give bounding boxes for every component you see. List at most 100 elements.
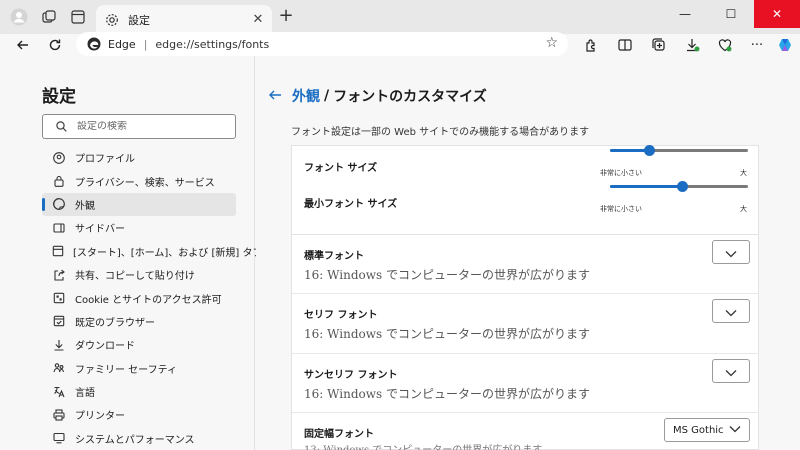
sidebar-item-label: 共有、コピーして貼り付け bbox=[75, 271, 195, 283]
tab-settings[interactable]: 設定 ✕ bbox=[96, 5, 272, 34]
slider-max-label: 大 bbox=[740, 205, 747, 213]
search-icon bbox=[55, 121, 67, 133]
sidebar-item-sidebar[interactable]: サイドバー bbox=[42, 216, 236, 239]
breadcrumb-separator: / bbox=[324, 88, 330, 104]
chevron-down-icon bbox=[725, 302, 737, 321]
home-icon bbox=[52, 244, 64, 258]
slider-thumb[interactable] bbox=[677, 181, 688, 192]
family-icon bbox=[52, 361, 66, 375]
tab-title: 設定 bbox=[128, 13, 150, 27]
refresh-icon[interactable] bbox=[44, 34, 66, 56]
new-tab-button[interactable]: + bbox=[276, 7, 296, 27]
sans-serif-font-dropdown[interactable] bbox=[712, 359, 750, 383]
sidebar-item-label: ダウンロード bbox=[75, 341, 135, 353]
browser-essentials-icon[interactable] bbox=[714, 34, 736, 56]
url-text[interactable]: edge://settings/fonts bbox=[155, 38, 269, 51]
sidebar-item-label: [スタート]、[ホーム]、および [新規] タブ bbox=[73, 247, 263, 259]
sidebar-item-label: 外観 bbox=[75, 200, 95, 212]
serif-font-dropdown[interactable] bbox=[712, 299, 750, 323]
sidebar-item-label: サイドバー bbox=[75, 224, 125, 236]
tab-close-icon[interactable]: ✕ bbox=[249, 11, 267, 29]
font-settings-note: フォント設定は一部の Web サイトでのみ機能する場合があります bbox=[291, 127, 590, 138]
slider-max-label: 大 bbox=[740, 169, 747, 177]
browser-icon bbox=[52, 314, 66, 328]
serif-font-sample: 16: Windows でコンピューターの世界が広がります bbox=[304, 327, 590, 341]
settings-search-input[interactable] bbox=[77, 121, 227, 132]
divider bbox=[292, 412, 758, 413]
address-bar[interactable]: Edge | edge://settings/fonts ☆ bbox=[76, 32, 568, 56]
sidebar-item-label: 既定のブラウザー bbox=[75, 317, 155, 329]
system-icon bbox=[52, 431, 66, 445]
sidebar-item-printers[interactable]: プリンター bbox=[42, 403, 236, 426]
font-size-label: フォント サイズ bbox=[304, 163, 378, 174]
divider bbox=[292, 353, 758, 354]
sidebar-item-share-copy-paste[interactable]: 共有、コピーして貼り付け bbox=[42, 263, 236, 286]
profile-icon bbox=[52, 151, 66, 165]
title-bar: 設定 ✕ + — ☐ ✕ bbox=[0, 0, 800, 34]
settings-search-box[interactable] bbox=[42, 114, 236, 139]
appearance-icon bbox=[52, 197, 66, 211]
sans-serif-font-label: サンセリフ フォント bbox=[304, 370, 398, 381]
sidebar-item-languages[interactable]: 言語 bbox=[42, 380, 236, 403]
gear-icon bbox=[104, 12, 120, 28]
serif-font-label: セリフ フォント bbox=[304, 310, 378, 321]
sidebar-item-label: プロファイル bbox=[75, 154, 135, 166]
slider-fill bbox=[610, 185, 682, 188]
sidebar-item-start-home-newtab[interactable]: [スタート]、[ホーム]、および [新規] タブ bbox=[42, 240, 262, 263]
collections-icon[interactable] bbox=[648, 34, 670, 56]
profile-avatar-icon[interactable] bbox=[9, 7, 29, 27]
maximize-button[interactable]: ☐ bbox=[708, 0, 754, 28]
chevron-down-icon bbox=[729, 425, 741, 436]
standard-font-dropdown[interactable] bbox=[712, 240, 750, 264]
edge-label: Edge bbox=[108, 37, 136, 51]
font-size-slider[interactable] bbox=[610, 145, 748, 156]
settings-sidebar: 設定 プロファイル プライバシー、検索、サービス 外観 サイドバー [スタート]… bbox=[0, 56, 262, 450]
sidebar-item-cookies[interactable]: Cookie とサイトのアクセス許可 bbox=[42, 286, 236, 309]
workspaces-icon[interactable] bbox=[39, 7, 59, 27]
back-arrow-icon[interactable] bbox=[12, 34, 34, 56]
breadcrumb: 外観 / フォントのカスタマイズ bbox=[268, 86, 487, 106]
tab-actions-icon[interactable] bbox=[68, 7, 88, 27]
close-window-button[interactable]: ✕ bbox=[754, 0, 800, 28]
standard-font-label: 標準フォント bbox=[304, 251, 364, 262]
min-font-size-slider[interactable] bbox=[610, 181, 748, 192]
minimize-button[interactable]: — bbox=[662, 0, 708, 28]
chevron-down-icon bbox=[725, 243, 737, 262]
sidebar-title: 設定 bbox=[42, 87, 76, 107]
slider-thumb[interactable] bbox=[644, 145, 655, 156]
dropdown-selected-value: MS Gothic bbox=[673, 424, 724, 436]
divider bbox=[292, 293, 758, 294]
breadcrumb-parent-link[interactable]: 外観 bbox=[292, 86, 320, 106]
sidebar-item-appearance[interactable]: 外観 bbox=[42, 192, 236, 217]
font-size-card: フォント サイズ 非常に小さい 大 最小フォント サイズ 非常に小さい 大 bbox=[291, 145, 759, 235]
sidebar-item-system-performance[interactable]: システムとパフォーマンス bbox=[42, 427, 236, 450]
fixed-width-font-dropdown[interactable]: MS Gothic bbox=[664, 418, 750, 442]
language-icon bbox=[52, 385, 66, 399]
navigation-bar: Edge | edge://settings/fonts ☆ ··· bbox=[0, 32, 800, 56]
sidebar-item-label: Cookie とサイトのアクセス許可 bbox=[75, 294, 222, 306]
extensions-icon[interactable] bbox=[580, 34, 602, 56]
copilot-icon[interactable] bbox=[774, 34, 796, 56]
sidebar-item-family-safety[interactable]: ファミリー セーフティ bbox=[42, 357, 236, 380]
min-font-size-label: 最小フォント サイズ bbox=[304, 199, 398, 210]
share-icon bbox=[52, 268, 66, 282]
font-family-card: 標準フォント 16: Windows でコンピューターの世界が広がります セリフ… bbox=[291, 235, 759, 450]
sidebar-item-label: プライバシー、検索、サービス bbox=[75, 177, 215, 189]
more-options-icon[interactable]: ··· bbox=[746, 34, 768, 56]
split-screen-icon[interactable] bbox=[614, 34, 636, 56]
downloads-icon[interactable] bbox=[682, 34, 704, 56]
slider-min-label: 非常に小さい bbox=[600, 169, 642, 177]
sidebar-item-privacy[interactable]: プライバシー、検索、サービス bbox=[42, 169, 236, 192]
sidebar-item-profiles[interactable]: プロファイル bbox=[42, 146, 236, 169]
printer-icon bbox=[52, 408, 66, 422]
sidebar-item-label: ファミリー セーフティ bbox=[75, 364, 177, 376]
slider-min-label: 非常に小さい bbox=[600, 205, 642, 213]
sidebar-item-downloads[interactable]: ダウンロード bbox=[42, 333, 236, 356]
sidebar-item-default-browser[interactable]: 既定のブラウザー bbox=[42, 310, 236, 333]
download-icon bbox=[52, 338, 66, 352]
favorite-star-icon[interactable]: ☆ bbox=[545, 35, 558, 51]
lock-icon bbox=[52, 174, 66, 188]
chevron-down-icon bbox=[725, 362, 737, 381]
back-arrow-icon[interactable] bbox=[268, 87, 282, 106]
settings-main-panel: 外観 / フォントのカスタマイズ フォント設定は一部の Web サイトでのみ機能… bbox=[256, 56, 800, 450]
